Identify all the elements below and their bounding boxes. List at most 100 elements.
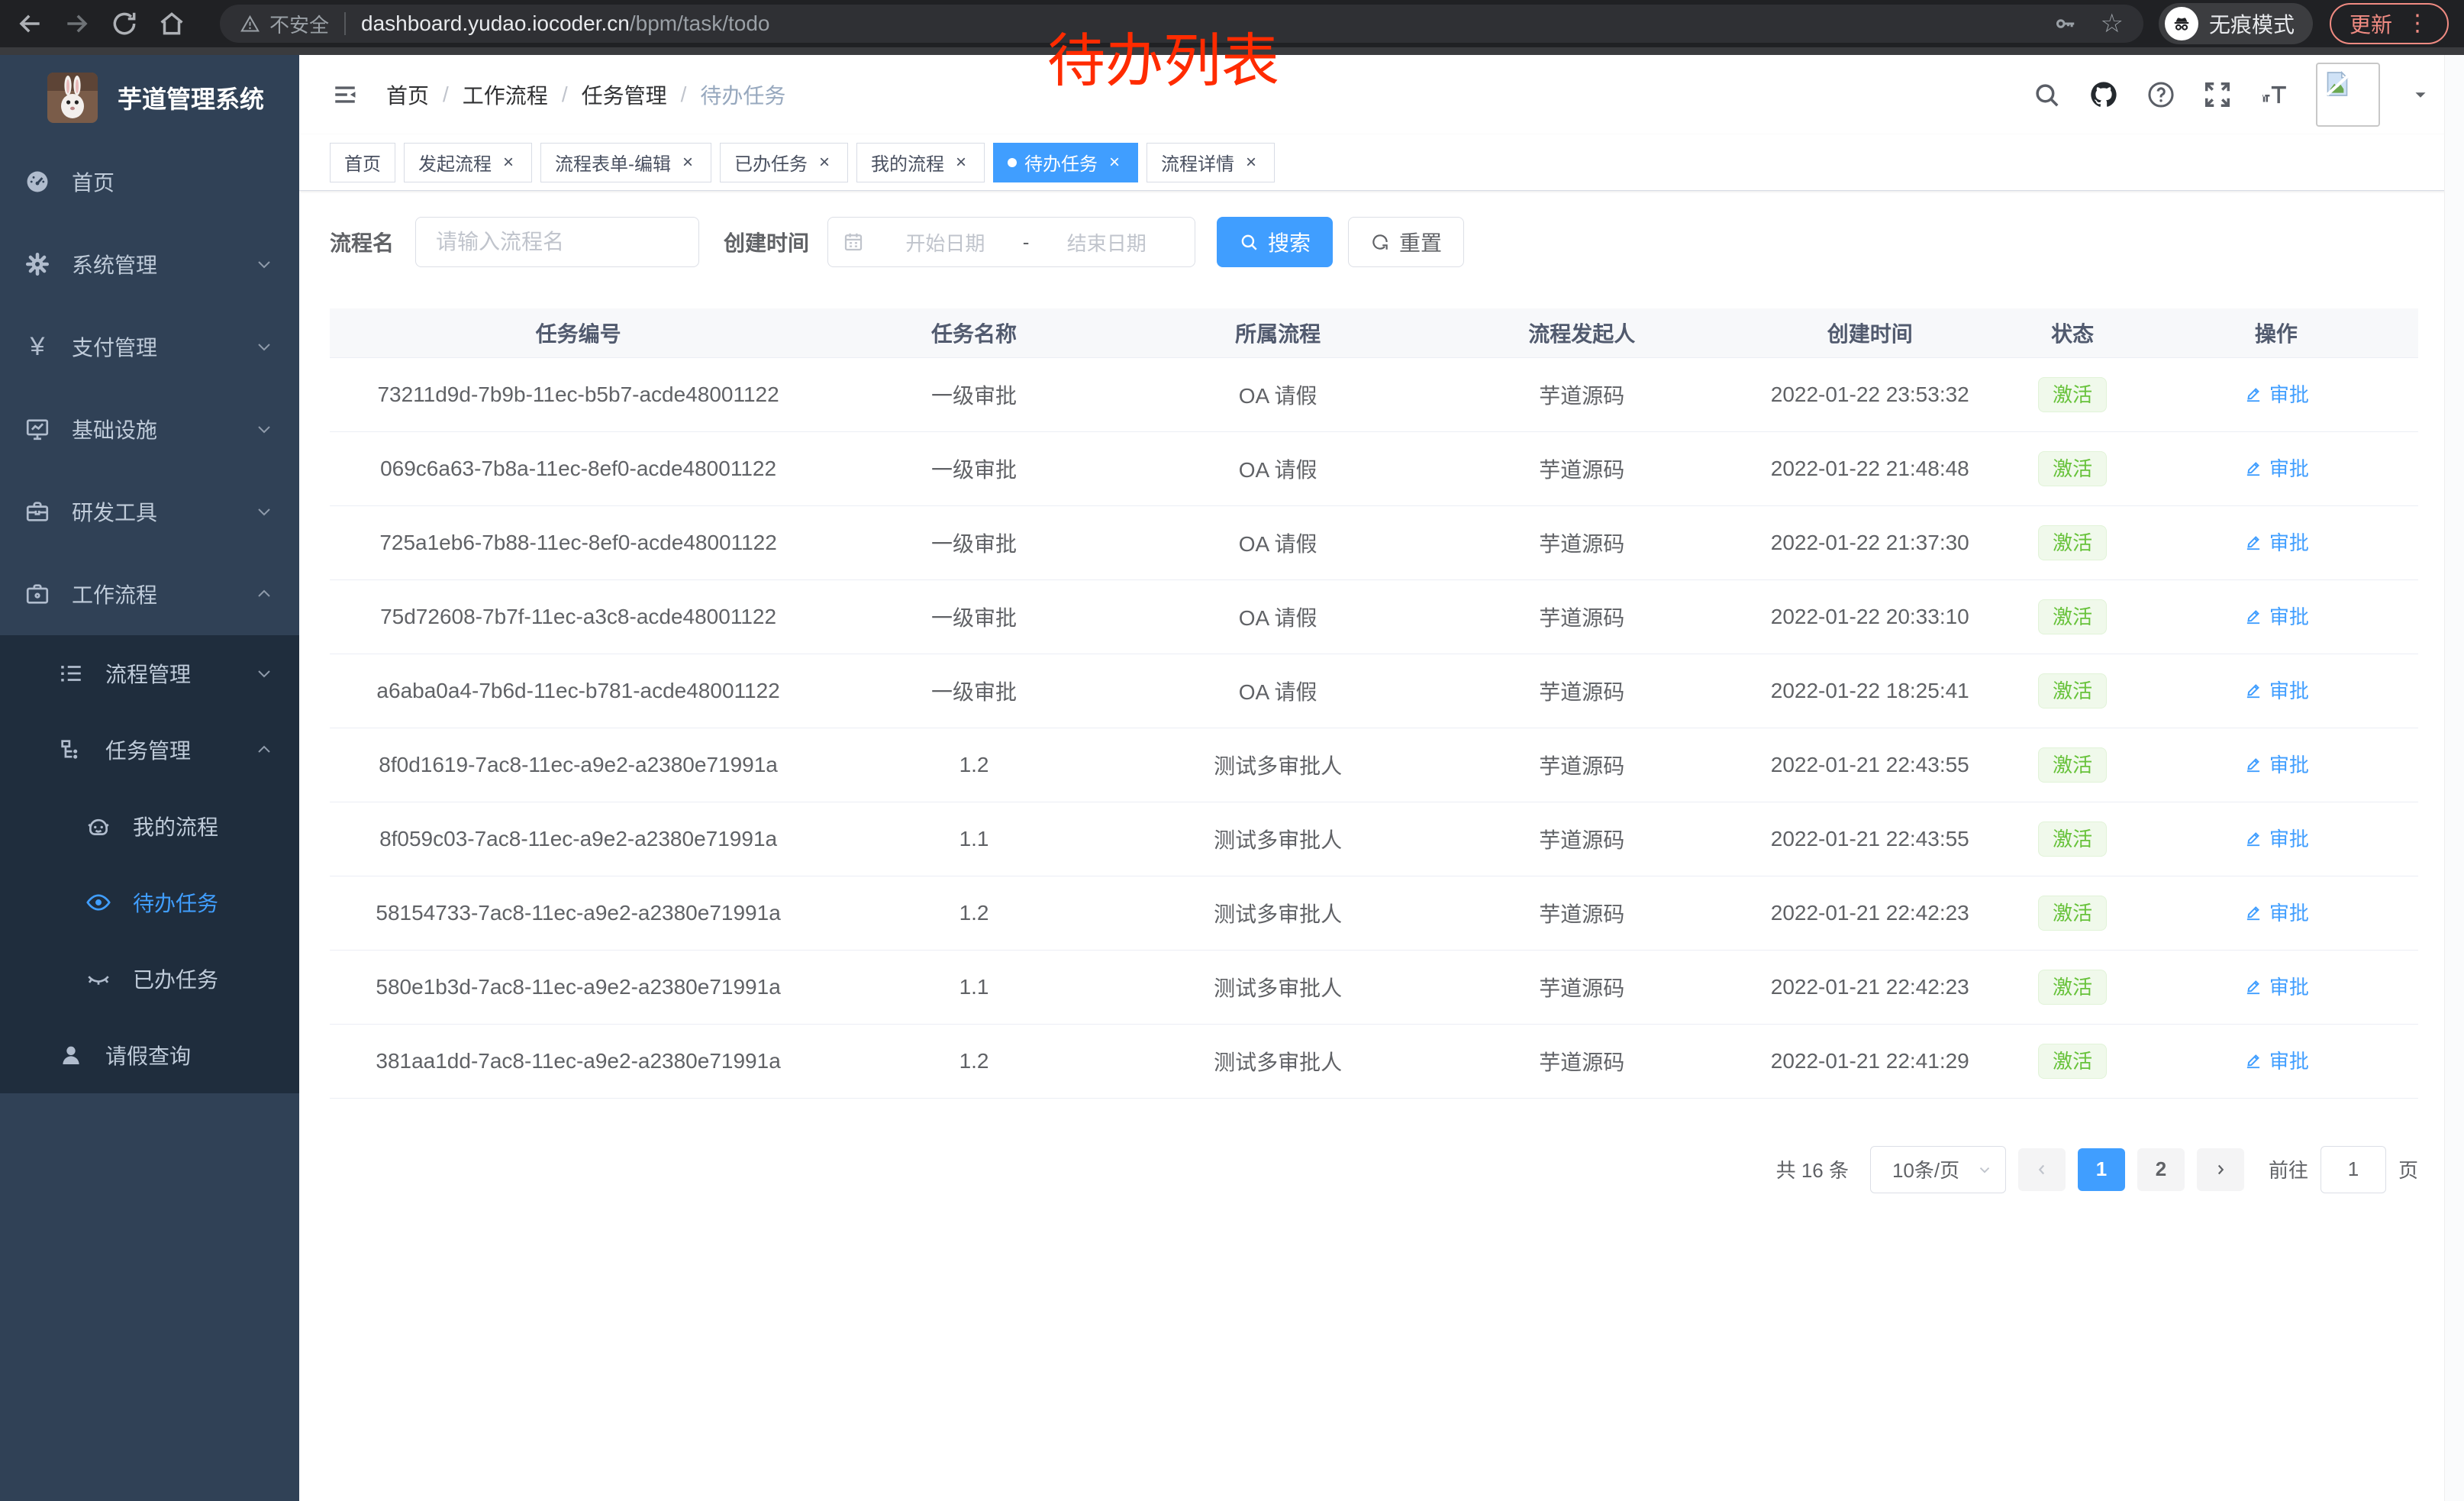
breadcrumb-separator: / — [681, 82, 687, 107]
scrollbar[interactable] — [2444, 55, 2464, 1501]
breadcrumb-workflow[interactable]: 工作流程 — [463, 79, 548, 110]
next-page-button[interactable] — [2197, 1148, 2244, 1191]
tab-start-process[interactable]: 发起流程× — [404, 143, 532, 182]
create-time-label: 创建时间 — [724, 227, 809, 257]
cell-process: OA 请假 — [1121, 654, 1434, 728]
not-secure-icon — [240, 14, 260, 34]
sidebar-item-workflow[interactable]: 工作流程 — [0, 553, 299, 635]
reset-button[interactable]: 重置 — [1348, 217, 1464, 267]
close-icon[interactable]: × — [1242, 152, 1260, 173]
github-icon[interactable] — [2088, 79, 2119, 110]
reload-icon[interactable] — [110, 9, 139, 38]
app-logo[interactable]: 芋道管理系统 — [0, 55, 299, 140]
monitor-chart-icon — [24, 416, 50, 442]
tab-todo-tasks[interactable]: 待办任务× — [993, 143, 1138, 182]
pagination: 共 16 条 10条/页 1 2 前往 页 — [330, 1146, 2418, 1193]
cell-actions: 审批 — [2134, 431, 2418, 505]
password-key-icon[interactable] — [2054, 12, 2077, 35]
approve-link[interactable]: 审批 — [2243, 1046, 2309, 1074]
breadcrumb: 首页 / 工作流程 / 任务管理 / 待办任务 — [386, 79, 799, 110]
sidebar-item-process-mgmt[interactable]: 流程管理 — [0, 635, 299, 712]
prev-page-button[interactable] — [2018, 1148, 2066, 1191]
avatar[interactable] — [2316, 63, 2380, 127]
page-2-button[interactable]: 2 — [2137, 1148, 2185, 1191]
cell-created: 2022-01-22 18:25:41 — [1729, 654, 2011, 728]
sidebar-item-label: 流程管理 — [105, 658, 191, 689]
breadcrumb-home[interactable]: 首页 — [386, 79, 429, 110]
cell-created: 2022-01-21 22:42:23 — [1729, 950, 2011, 1024]
browser-menu-icon[interactable]: ⋮ — [2406, 12, 2429, 35]
chevron-down-icon — [1976, 1161, 1993, 1178]
approve-link[interactable]: 审批 — [2243, 676, 2309, 704]
search-button[interactable]: 搜索 — [1217, 217, 1333, 267]
approve-link[interactable]: 审批 — [2243, 379, 2309, 408]
status-badge: 激活 — [2038, 970, 2107, 1005]
back-icon[interactable] — [15, 9, 44, 38]
close-icon[interactable]: × — [815, 152, 834, 173]
update-button[interactable]: 更新 ⋮ — [2330, 3, 2449, 44]
search-icon[interactable] — [2032, 80, 2061, 109]
approve-label: 审批 — [2269, 379, 2309, 408]
goto-page-input[interactable] — [2320, 1146, 2386, 1193]
tab-form-edit[interactable]: 流程表单-编辑× — [540, 143, 711, 182]
tab-done-tasks[interactable]: 已办任务× — [720, 143, 848, 182]
sidebar-item-todo-tasks[interactable]: 待办任务 — [0, 864, 299, 941]
sidebar-item-task-mgmt[interactable]: 任务管理 — [0, 712, 299, 788]
forward-icon[interactable] — [63, 9, 92, 38]
page-size-select[interactable]: 10条/页 — [1870, 1146, 2006, 1193]
sidebar-item-label: 我的流程 — [133, 811, 218, 841]
screen: 不安全 dashboard.yudao.iocoder.cn/bpm/task/… — [0, 0, 2464, 1501]
approve-link[interactable]: 审批 — [2243, 972, 2309, 1000]
sidebar-item-done-tasks[interactable]: 已办任务 — [0, 941, 299, 1017]
date-range-separator: - — [1020, 231, 1033, 254]
url-divider — [344, 12, 346, 35]
eye-closed-icon — [85, 966, 111, 992]
cell-task-name: 1.2 — [827, 1024, 1121, 1098]
approve-link[interactable]: 审批 — [2243, 602, 2309, 630]
sidebar-item-devtools[interactable]: 研发工具 — [0, 470, 299, 553]
fullscreen-icon[interactable] — [2203, 80, 2232, 109]
breadcrumb-task-mgmt[interactable]: 任务管理 — [582, 79, 667, 110]
update-label: 更新 — [2350, 8, 2392, 39]
tab-my-process[interactable]: 我的流程× — [856, 143, 985, 182]
breadcrumb-separator: / — [562, 82, 568, 107]
font-size-icon[interactable] — [2259, 80, 2288, 109]
help-icon[interactable] — [2146, 80, 2175, 109]
close-icon[interactable]: × — [679, 152, 697, 173]
toolbox-icon — [24, 499, 50, 525]
close-icon[interactable]: × — [952, 152, 970, 173]
process-name-input[interactable] — [436, 230, 679, 254]
security-label: 不安全 — [269, 10, 329, 38]
sidebar-item-my-process[interactable]: 我的流程 — [0, 788, 299, 864]
navbar-actions — [2032, 63, 2430, 127]
tab-process-detail[interactable]: 流程详情× — [1147, 143, 1275, 182]
sidebar-item-home[interactable]: 首页 — [0, 140, 299, 223]
sidebar-item-payment[interactable]: ¥ 支付管理 — [0, 305, 299, 388]
home-icon[interactable] — [157, 9, 186, 38]
col-actions: 操作 — [2134, 308, 2418, 357]
cell-task-id: 069c6a63-7b8a-11ec-8ef0-acde48001122 — [330, 431, 827, 505]
approve-link[interactable]: 审批 — [2243, 528, 2309, 556]
cell-task-name: 1.1 — [827, 950, 1121, 1024]
cell-task-id: 75d72608-7b7f-11ec-a3c8-acde48001122 — [330, 579, 827, 654]
close-icon[interactable]: × — [499, 152, 518, 173]
page-1-button[interactable]: 1 — [2078, 1148, 2125, 1191]
approve-link[interactable]: 审批 — [2243, 898, 2309, 926]
search-button-label: 搜索 — [1268, 227, 1311, 257]
caret-down-icon[interactable] — [2411, 85, 2430, 105]
bookmark-star-icon[interactable]: ☆ — [2100, 11, 2123, 37]
chevron-down-icon — [255, 337, 273, 356]
approve-link[interactable]: 审批 — [2243, 824, 2309, 852]
approve-link[interactable]: 审批 — [2243, 454, 2309, 482]
sidebar-item-system[interactable]: 系统管理 — [0, 223, 299, 305]
chevron-up-icon — [255, 585, 273, 603]
sidebar-item-infrastructure[interactable]: 基础设施 — [0, 388, 299, 470]
approve-link[interactable]: 审批 — [2243, 750, 2309, 778]
close-icon[interactable]: × — [1105, 152, 1124, 173]
collapse-sidebar-icon[interactable] — [330, 82, 360, 108]
tab-home[interactable]: 首页 — [330, 143, 395, 182]
sidebar-item-leave-query[interactable]: 请假查询 — [0, 1017, 299, 1093]
date-range-picker[interactable]: 开始日期 - 结束日期 — [827, 217, 1195, 267]
col-task-name: 任务名称 — [827, 308, 1121, 357]
edit-icon — [2243, 754, 2263, 774]
